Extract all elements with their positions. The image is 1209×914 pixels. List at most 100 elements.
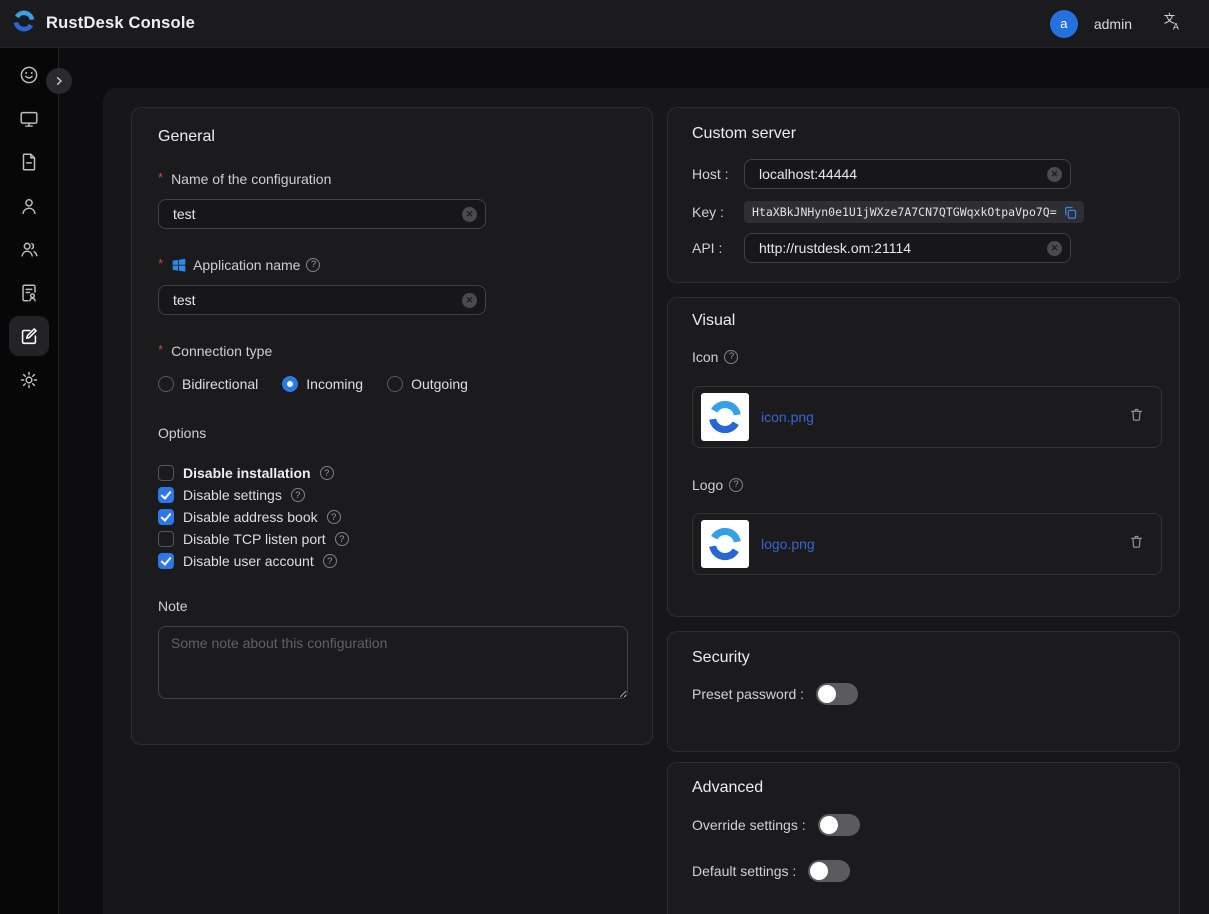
- windows-icon: [171, 257, 187, 273]
- sidebar-item-audit[interactable]: [9, 273, 49, 313]
- rustdesk-logo-icon: [11, 8, 37, 39]
- rustdesk-logo-icon: [705, 524, 745, 564]
- connection-type-radios: Bidirectional Incoming Outgoing: [158, 376, 626, 392]
- option-disable-tcp-listen-port[interactable]: Disable TCP listen port: [158, 528, 626, 550]
- help-icon[interactable]: [320, 466, 334, 480]
- help-icon[interactable]: [306, 258, 320, 272]
- icon-filename-link[interactable]: icon.png: [761, 409, 814, 425]
- logo-filename-link[interactable]: logo.png: [761, 536, 815, 552]
- rustdesk-logo-icon: [705, 397, 745, 437]
- checkbox-icon[interactable]: [158, 531, 174, 547]
- svg-text:A: A: [1173, 21, 1179, 31]
- help-icon[interactable]: [327, 510, 341, 524]
- document-icon: [18, 151, 40, 173]
- clear-icon[interactable]: [462, 293, 477, 308]
- copy-icon[interactable]: [1063, 205, 1078, 220]
- sidebar-item-editor[interactable]: [9, 316, 49, 356]
- username[interactable]: admin: [1094, 16, 1132, 32]
- icon-file-box: icon.png: [692, 386, 1162, 448]
- sidebar-item-users[interactable]: [9, 186, 49, 226]
- icon-label: Icon: [692, 347, 1155, 367]
- key-row: Key : HtaXBkJNHyn0e1U1jWXze7A7CN7QTGWqxk…: [692, 201, 1155, 223]
- clear-icon[interactable]: [1047, 167, 1062, 182]
- option-disable-settings[interactable]: Disable settings: [158, 484, 626, 506]
- translate-icon[interactable]: 文 A: [1162, 11, 1183, 37]
- api-input[interactable]: [745, 240, 1070, 256]
- monitor-icon: [18, 108, 40, 130]
- preset-password-toggle[interactable]: [816, 683, 858, 705]
- checkbox-icon[interactable]: [158, 553, 174, 569]
- user-icon: [18, 195, 40, 217]
- note-label: Note: [158, 596, 626, 616]
- general-title: General: [158, 128, 626, 146]
- default-settings-toggle[interactable]: [808, 860, 850, 882]
- icon-thumbnail: [701, 393, 749, 441]
- preset-password-row: Preset password :: [692, 683, 1155, 705]
- sidebar-item-devices[interactable]: [9, 99, 49, 139]
- api-field: [744, 233, 1071, 263]
- trash-icon[interactable]: [1128, 533, 1145, 555]
- app-header: RustDesk Console a admin 文 A: [0, 0, 1209, 48]
- default-settings-row: Default settings :: [692, 860, 1155, 882]
- key-value: HtaXBkJNHyn0e1U1jWXze7A7CN7QTGWqxkOtpaVp…: [752, 205, 1057, 219]
- application-name-input[interactable]: [159, 292, 485, 308]
- edit-icon: [18, 325, 40, 347]
- visual-card: Visual Icon icon.png: [667, 297, 1180, 617]
- option-disable-address-book[interactable]: Disable address book: [158, 506, 626, 528]
- clear-icon[interactable]: [462, 207, 477, 222]
- security-card: Security Preset password :: [667, 631, 1180, 752]
- api-row: API :: [692, 233, 1155, 263]
- logo-thumbnail: [701, 520, 749, 568]
- security-title: Security: [692, 649, 1155, 667]
- avatar[interactable]: a: [1050, 10, 1078, 38]
- logo-label: Logo: [692, 475, 1155, 495]
- radio-icon[interactable]: [158, 376, 174, 392]
- main-content: General * Name of the configuration * Ap…: [103, 88, 1209, 914]
- checkbox-icon[interactable]: [158, 465, 174, 481]
- radio-bidirectional[interactable]: Bidirectional: [158, 376, 258, 392]
- key-label: Key :: [692, 204, 744, 220]
- radio-icon[interactable]: [387, 376, 403, 392]
- app-title: RustDesk Console: [46, 14, 195, 33]
- application-name-label: * Application name: [158, 255, 626, 275]
- radio-outgoing[interactable]: Outgoing: [387, 376, 468, 392]
- required-asterisk: *: [158, 168, 163, 188]
- sidebar-nav: [0, 47, 59, 914]
- help-icon[interactable]: [323, 554, 337, 568]
- config-name-field: [158, 199, 486, 229]
- advanced-card: Advanced Override settings : Default set…: [667, 762, 1180, 914]
- config-name-input[interactable]: [159, 206, 485, 222]
- host-field: [744, 159, 1071, 189]
- sidebar-expand-button[interactable]: [46, 68, 72, 94]
- help-icon[interactable]: [729, 478, 743, 492]
- visual-title: Visual: [692, 312, 1155, 330]
- option-disable-user-account[interactable]: Disable user account: [158, 550, 626, 572]
- logo-file-box: logo.png: [692, 513, 1162, 575]
- preset-password-label: Preset password :: [692, 686, 804, 702]
- radio-icon[interactable]: [282, 376, 298, 392]
- gear-icon: [18, 369, 40, 391]
- note-textarea[interactable]: [158, 626, 628, 699]
- help-icon[interactable]: [724, 350, 738, 364]
- sidebar-item-groups[interactable]: [9, 229, 49, 269]
- config-name-label: * Name of the configuration: [158, 169, 626, 189]
- clear-icon[interactable]: [1047, 241, 1062, 256]
- chevron-right-icon: [52, 74, 66, 88]
- radio-incoming[interactable]: Incoming: [282, 376, 363, 392]
- required-asterisk: *: [158, 254, 163, 274]
- sidebar-item-settings[interactable]: [9, 360, 49, 400]
- brand: RustDesk Console: [0, 8, 195, 39]
- sidebar-item-smiley[interactable]: [9, 55, 49, 95]
- host-label: Host :: [692, 166, 744, 182]
- option-disable-installation[interactable]: Disable installation: [158, 462, 626, 484]
- default-settings-label: Default settings :: [692, 863, 796, 879]
- override-settings-toggle[interactable]: [818, 814, 860, 836]
- checkbox-icon[interactable]: [158, 509, 174, 525]
- checkbox-icon[interactable]: [158, 487, 174, 503]
- trash-icon[interactable]: [1128, 406, 1145, 428]
- sidebar-item-documents[interactable]: [9, 142, 49, 182]
- application-name-field: [158, 285, 486, 315]
- help-icon[interactable]: [291, 488, 305, 502]
- help-icon[interactable]: [335, 532, 349, 546]
- host-input[interactable]: [745, 166, 1070, 182]
